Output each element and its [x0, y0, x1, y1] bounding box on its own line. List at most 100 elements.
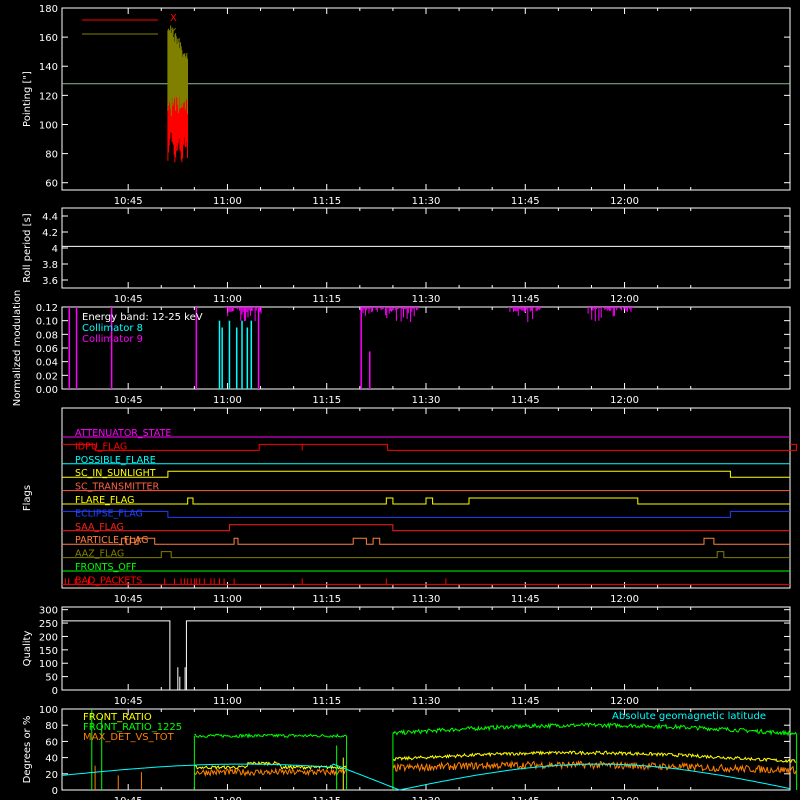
y-axis-label: Pointing ["]	[22, 71, 33, 127]
y-tick-label: 250	[39, 619, 58, 630]
flag-label: AAZ_FLAG	[75, 549, 124, 560]
flag-line	[62, 537, 790, 545]
y-tick-label: 0.04	[36, 358, 58, 369]
flag-line	[62, 510, 790, 518]
x-tick-label: 11:45	[511, 594, 540, 605]
flag-label: SAA_FLAG	[75, 522, 124, 533]
flag-label: SC_TRANSMITTER	[75, 482, 160, 493]
panel-modulation: 10:45 11:00 11:15 11:30 11:45 12:00 Normalized…	[12, 290, 791, 407]
x-tick-label: 10:45	[114, 796, 143, 800]
flag-label: FRONTS_OFF	[75, 562, 137, 573]
y-tick-label: 150	[39, 646, 58, 657]
x-tick-label: 11:00	[213, 196, 242, 207]
x-tick-label: 11:45	[511, 796, 540, 800]
x-tick-label: 11:15	[312, 796, 341, 800]
flag-line	[62, 497, 790, 505]
panel-frame	[61, 207, 791, 289]
flag-line	[62, 470, 790, 478]
flag-label: ECLIPSE_FLAG	[75, 508, 143, 519]
flag-label: IDPU_FLAG	[75, 441, 127, 452]
x-tick-label: 11:30	[412, 395, 441, 406]
x-tick-label: 11:15	[312, 196, 341, 207]
y-tick-label: 0.10	[36, 317, 58, 328]
legend-label: MAX_DET_VS_TOT	[83, 732, 175, 743]
panel-quality: 10:45 11:00 11:15 11:30 11:45 12:00 Quality 0 50…	[22, 606, 791, 707]
y-axis-label: Degrees or %	[22, 716, 33, 784]
x-tick-label: 12:00	[610, 196, 639, 207]
x-tick-label: 11:30	[412, 696, 441, 707]
x-tick-label: 12:00	[610, 395, 639, 406]
y-tick-label: 0.00	[36, 385, 58, 396]
y-tick-label: 120	[39, 91, 58, 102]
flag-label: ATTENUATOR_STATE	[75, 428, 171, 439]
x-tick-label: 11:30	[412, 294, 441, 305]
quality-line	[62, 620, 790, 690]
panel-ratios: 10:45 11:00 11:15 11:30 11:45 12:00 Degrees or…	[22, 705, 798, 800]
flag-line	[62, 551, 790, 559]
y-tick-label: 80	[45, 150, 58, 161]
y-tick-label: 40	[45, 754, 58, 765]
x-tick-label: 11:45	[511, 196, 540, 207]
flag-line	[62, 443, 798, 451]
x-tick-label: 12:00	[610, 696, 639, 707]
legend-label: Y	[169, 27, 177, 38]
y-tick-label: 60	[45, 179, 58, 190]
y-tick-label: 0.12	[36, 303, 58, 314]
x-tick-label: 10:45	[114, 395, 143, 406]
front-ratio-1225-line	[392, 722, 797, 737]
y-tick-label: 3.8	[42, 260, 58, 271]
y-tick-label: 50	[45, 673, 58, 684]
x-tick-label: 12:00	[610, 294, 639, 305]
max-det-vs-tot-line	[392, 760, 797, 776]
y-tick-label: 180	[39, 4, 58, 15]
x-tick-label: 11:15	[312, 696, 341, 707]
y-tick-label: 0.02	[36, 371, 58, 382]
y-tick-label: 0	[52, 686, 58, 697]
front-ratio-1225-line	[194, 732, 347, 739]
y-tick-label: 60	[45, 737, 58, 748]
y-tick-label: 0.06	[36, 344, 58, 355]
x-tick-label: 10:45	[114, 696, 143, 707]
front-ratio-line	[392, 750, 797, 763]
legend-label: X	[170, 13, 177, 24]
y-tick-label: 80	[45, 721, 58, 732]
y-axis-label: Normalized modulation	[12, 290, 23, 407]
flag-label: SC_IN_SUNLIGHT	[75, 468, 156, 479]
flag-label: PARTICLE_FLAG	[75, 535, 148, 546]
collimator-9-spikes	[223, 307, 262, 322]
x-tick-label: 11:30	[412, 196, 441, 207]
panel-frame	[61, 606, 791, 691]
x-tick-label: 10:45	[114, 196, 143, 207]
x-tick-label: 11:15	[312, 594, 341, 605]
x-tick-label: 11:00	[213, 395, 242, 406]
y-tick-label: 100	[39, 120, 58, 131]
x-tick-label: 10:45	[114, 294, 143, 305]
legend-label: Collimator 9	[82, 334, 143, 345]
flag-line	[62, 524, 790, 532]
collimator-9-spikes	[361, 307, 419, 322]
y-axis-label: Quality	[22, 631, 33, 667]
y-tick-label: 100	[39, 659, 58, 670]
panel-pointing: 10:45 11:00 11:15 11:30 11:45 12:00 Pointing […	[22, 4, 791, 207]
x-tick-label: 11:45	[511, 395, 540, 406]
annotation-label: Absolute geomagnetic latitude	[612, 711, 766, 722]
panel-flags: 10:45 11:00 11:15 11:30 11:45 12:00 Flags ATTEN…	[22, 407, 798, 605]
y-tick-label: 20	[45, 770, 58, 781]
x-tick-label: 11:30	[412, 796, 441, 800]
flag-label: FLARE_FLAG	[75, 495, 135, 506]
x-tick-label: 12:00	[610, 796, 639, 800]
y-tick-label: 3.6	[42, 276, 58, 287]
y-tick-label: 0	[52, 786, 58, 797]
panel-roll-period: 10:45 11:00 11:15 11:30 11:45 12:00 Roll perio…	[22, 207, 791, 305]
max-det-vs-tot-line	[193, 767, 347, 778]
y-tick-label: 0.08	[36, 330, 58, 341]
y-tick-label: 160	[39, 33, 58, 44]
x-tick-label: 11:45	[511, 294, 540, 305]
flag-label: BAD_PACKETS	[75, 575, 142, 586]
x-tick-label: 11:15	[312, 294, 341, 305]
y-axis-label: Flags	[22, 485, 33, 511]
x-tick-label: 11:30	[412, 594, 441, 605]
y-tick-label: 200	[39, 632, 58, 643]
x-tick-label: 11:15	[312, 395, 341, 406]
x-tick-label: 12:00	[610, 594, 639, 605]
